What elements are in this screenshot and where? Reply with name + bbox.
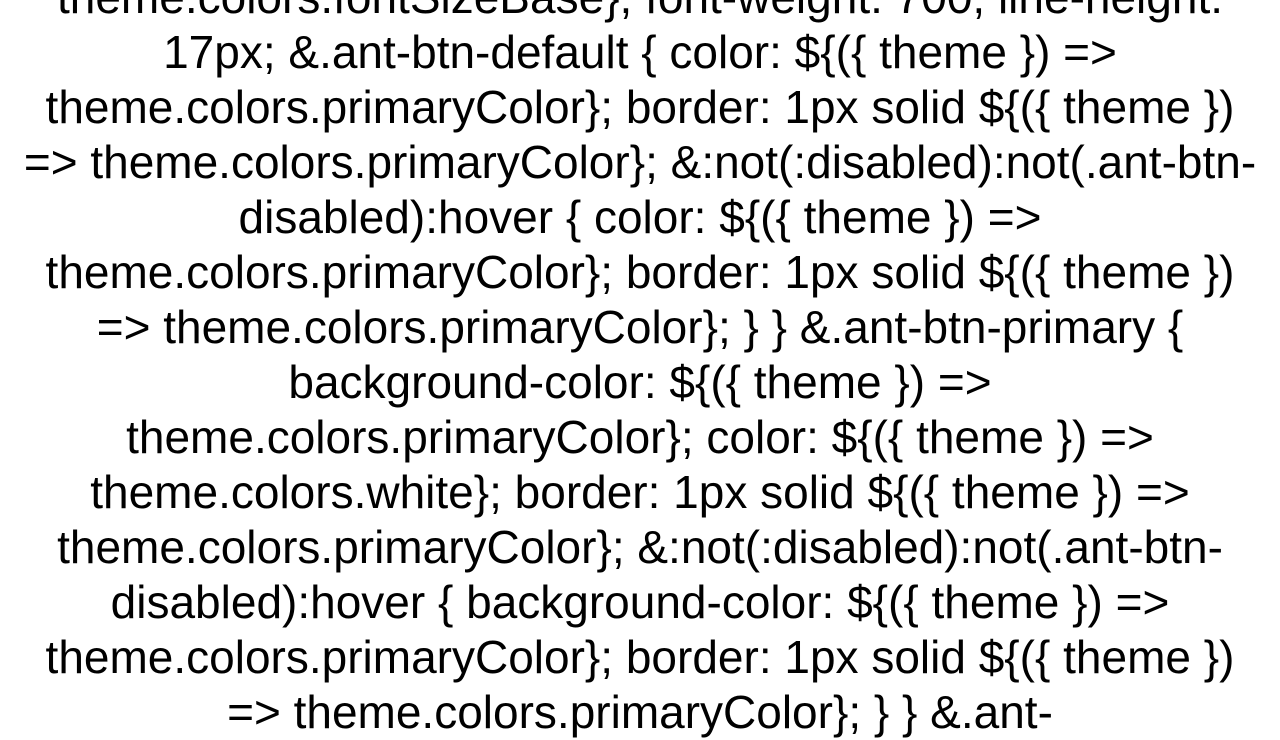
- code-snippet-text: theme.colors.fontSizeBase}; font-weight:…: [0, 0, 1280, 740]
